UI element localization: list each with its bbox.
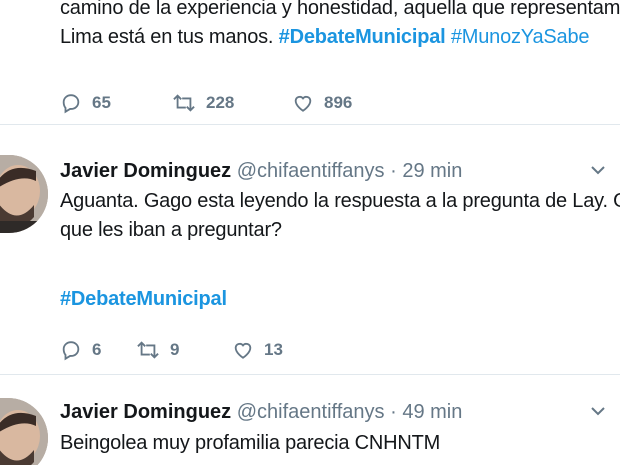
tweet-text-line: Lima está en tus manos. #DebateMunicipal… [60,23,610,52]
reply-count: 6 [92,340,102,359]
retweet-count: 228 [206,93,235,112]
retweet-button[interactable]: 228 [172,92,292,114]
chevron-down-icon [591,166,605,175]
separator-dot: · [390,401,397,423]
user-handle[interactable]: @chifaentiffanys [237,401,385,423]
hashtag-link[interactable]: #DebateMunicipal [60,288,227,310]
reply-count: 65 [92,93,111,112]
tweet[interactable]: camino de la experiencia y honestidad, a… [0,0,620,125]
tweet-menu-button[interactable] [590,163,606,181]
separator-dot: · [390,160,397,182]
tweet-feed: camino de la experiencia y honestidad, a… [0,0,620,465]
hashtag-link[interactable]: #DebateMunicipal [279,26,446,48]
avatar[interactable] [0,155,48,233]
display-name[interactable]: Javier Dominguez [60,160,231,182]
like-count: 896 [324,93,353,112]
retweet-button[interactable]: 9 [136,339,232,361]
tweet-menu-button[interactable] [590,404,606,422]
tweet-text-line: #DebateMunicipal [60,285,610,314]
tweet-header: Javier Dominguez @chifaentiffanys · 29 m… [60,159,462,183]
user-handle[interactable]: @chifaentiffanys [237,160,385,182]
tweet-actions: 65 228 896 [60,92,352,114]
like-icon [294,95,312,112]
like-button[interactable]: 13 [232,339,283,361]
like-icon [234,342,252,359]
reply-icon [62,94,80,114]
timestamp[interactable]: 29 min [402,160,462,182]
tweet-text: camino de la experiencia y honestidad, a… [60,0,620,52]
tweet-text-line: camino de la experiencia y honestidad, a… [60,0,620,19]
timestamp[interactable]: 49 min [402,401,462,423]
like-button[interactable]: 896 [292,92,352,114]
retweet-icon [173,94,195,112]
retweet-icon [137,341,159,359]
display-name[interactable]: Javier Dominguez [60,401,231,423]
like-count: 13 [264,340,283,359]
avatar[interactable] [0,398,48,465]
tweet-actions: 6 9 13 [60,339,283,361]
tweet-text-segment: Lima está en tus manos. [60,26,279,48]
reply-button[interactable]: 65 [60,92,172,114]
tweet-text-line: Aguanta. Gago esta leyendo la respuesta … [60,190,620,212]
reply-button[interactable]: 6 [60,339,136,361]
hashtag-link[interactable]: #MunozYaSabe [451,26,590,48]
tweet[interactable]: Javier Dominguez @chifaentiffanys · 29 m… [0,125,620,375]
tweet-header: Javier Dominguez @chifaentiffanys · 49 m… [60,400,462,424]
retweet-count: 9 [170,340,180,359]
chevron-down-icon [591,407,605,416]
reply-icon [62,341,80,361]
tweet[interactable]: Javier Dominguez @chifaentiffanys · 49 m… [0,376,620,465]
tweet-text-line: Beingolea muy profamilia parecia CNHNTM [60,432,441,454]
tweet-text-line: que les iban a preguntar? [60,219,282,241]
